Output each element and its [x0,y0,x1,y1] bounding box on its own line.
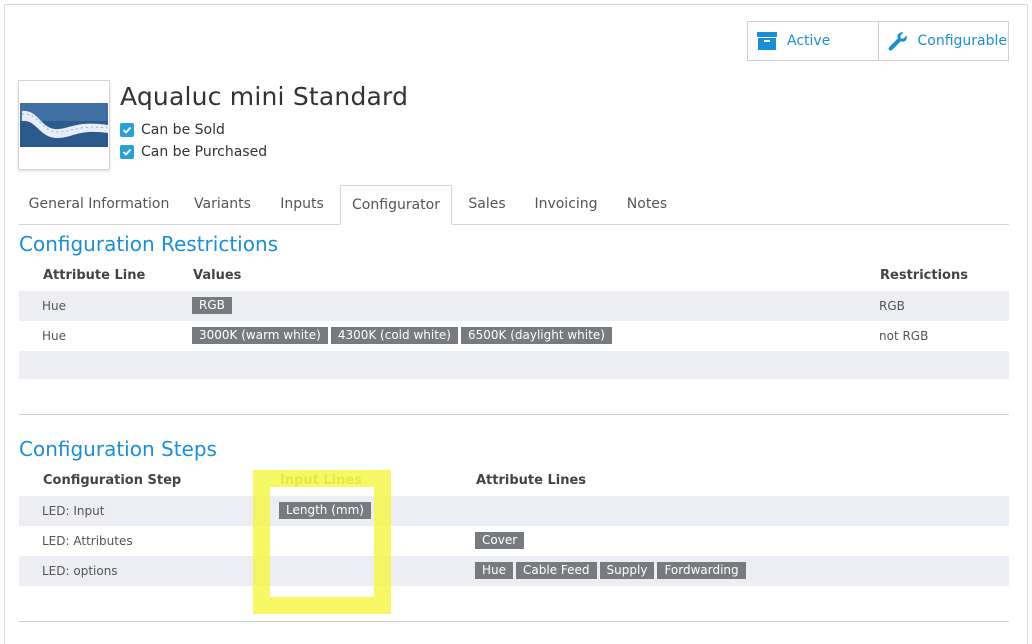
table-row[interactable]: Hue 3000K (warm white) 4300K (cold white… [19,321,1009,351]
attribute-line-tag: Cable Feed [516,562,597,579]
checkmark-icon [120,123,134,137]
table-row[interactable]: LED: Input Length (mm) [19,496,1009,526]
restriction-cell: RGB [879,299,905,313]
configurable-button[interactable]: Configurable [877,22,1009,60]
step-cell: LED: Input [42,504,105,518]
restrictions-header-restrictions: Restrictions [880,268,968,283]
archive-box-icon [756,30,778,52]
attribute-line-tag: Hue [475,562,514,579]
value-tag: 6500K (daylight white) [460,327,612,344]
attribute-lines-tags: Hue Cable Feed Supply Fordwarding [475,562,746,579]
tab-variants[interactable]: Variants [179,185,266,225]
attribute-lines-tags: Cover [475,532,525,549]
tab-notes[interactable]: Notes [612,185,682,225]
values-tags: 3000K (warm white) 4300K (cold white) 65… [192,327,612,344]
status-button-box: Active Configurable [747,21,1009,61]
steps-section-title: Configuration Steps [19,437,217,461]
step-cell: LED: Attributes [42,534,133,548]
values-tags: RGB [192,297,232,314]
product-photo-icon [20,103,109,147]
restriction-cell: not RGB [879,329,929,343]
restrictions-header-attribute-line: Attribute Line [43,268,146,283]
value-tag: 4300K (cold white) [330,327,458,344]
configurable-button-label: Configurable [917,33,1008,49]
active-button-label: Active [787,33,831,49]
attribute-line-tag: Cover [475,532,525,549]
attribute-line-tag: Fordwarding [657,562,746,579]
steps-header-input-lines: Input Lines [280,473,362,488]
table-empty-row [19,351,1009,379]
tab-general-information[interactable]: General Information [19,185,179,225]
section-divider [19,621,1009,622]
can-be-purchased-checkbox[interactable]: Can be Purchased [120,144,267,160]
table-row[interactable]: LED: options Hue Cable Feed Supply Fordw… [19,556,1009,586]
table-row[interactable]: LED: Attributes Cover [19,526,1009,556]
notebook-tabs: General Information Variants Inputs Conf… [19,185,1009,225]
can-be-sold-label: Can be Sold [141,122,225,138]
section-divider [19,414,1009,415]
tab-configurator[interactable]: Configurator [340,185,452,225]
steps-header-attribute-lines: Attribute Lines [476,473,587,488]
can-be-purchased-label: Can be Purchased [141,144,268,160]
can-be-sold-checkbox[interactable]: Can be Sold [120,122,225,138]
tab-invoicing[interactable]: Invoicing [520,185,612,225]
input-line-tag: Length (mm) [279,502,371,519]
table-row[interactable]: Hue RGB RGB [19,291,1009,321]
restrictions-header-values: Values [193,268,242,283]
tab-inputs[interactable]: Inputs [266,185,338,225]
value-tag: 3000K (warm white) [192,327,328,344]
attribute-cell: Hue [42,329,67,343]
step-cell: LED: options [42,564,118,578]
value-tag: RGB [192,297,232,314]
attribute-line-tag: Supply [599,562,655,579]
restrictions-section-title: Configuration Restrictions [19,232,279,256]
attribute-cell: Hue [42,299,67,313]
checkmark-icon [120,145,134,159]
steps-header-configuration-step: Configuration Step [43,473,182,488]
product-name[interactable]: Aqualuc mini Standard [120,82,408,111]
active-button[interactable]: Active [748,22,878,60]
wrench-icon [887,30,909,52]
tab-sales[interactable]: Sales [454,185,520,225]
product-image[interactable] [18,80,110,170]
input-lines-tags: Length (mm) [279,502,371,519]
